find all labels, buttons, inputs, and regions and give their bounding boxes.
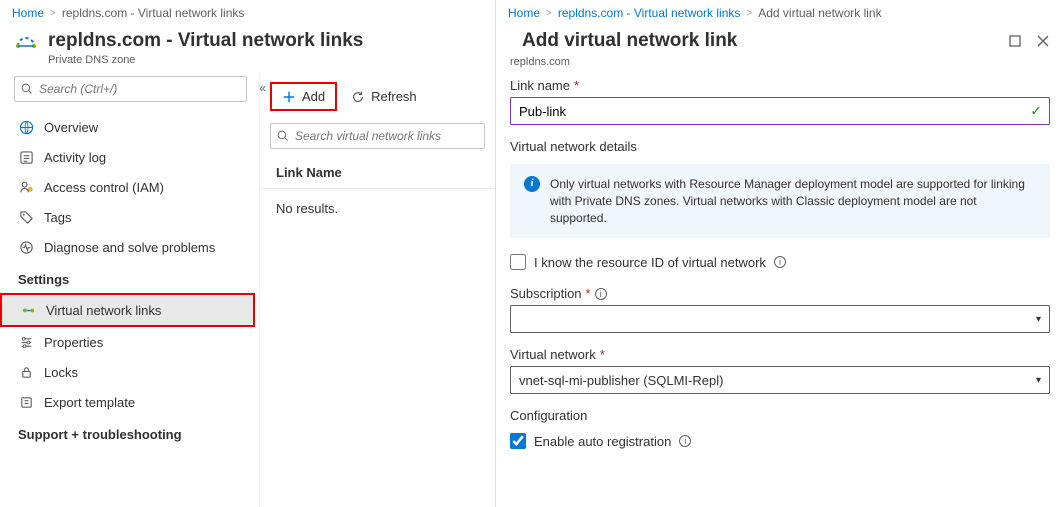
access-control-icon <box>18 179 34 195</box>
sidebar-item-label: Diagnose and solve problems <box>44 240 215 255</box>
table-header-link-name[interactable]: Link Name <box>260 153 495 189</box>
sidebar-search-input[interactable] <box>39 82 240 96</box>
breadcrumb-resource[interactable]: repldns.com - Virtual network links <box>62 6 245 20</box>
resource-pane: Home > repldns.com - Virtual network lin… <box>0 0 496 507</box>
subscription-dropdown[interactable]: ▾ <box>510 305 1050 333</box>
auto-registration-label: Enable auto registration <box>534 434 671 449</box>
no-results-message: No results. <box>260 189 495 228</box>
subscription-label: Subscription* i <box>510 286 1050 301</box>
auto-registration-checkbox[interactable] <box>510 433 526 449</box>
sidebar-item-label: Export template <box>44 395 135 410</box>
breadcrumb-home[interactable]: Home <box>508 6 540 20</box>
toolbar: Add Refresh <box>260 78 495 119</box>
info-box: i Only virtual networks with Resource Ma… <box>510 164 1050 238</box>
sidebar-section-settings: Settings <box>0 262 255 293</box>
filter-box[interactable] <box>270 123 485 149</box>
info-tooltip-icon[interactable]: i <box>774 256 786 268</box>
refresh-button[interactable]: Refresh <box>341 84 427 109</box>
vnet-label: Virtual network* <box>510 347 1050 362</box>
sidebar-item-label: Properties <box>44 335 103 350</box>
know-resource-id-checkbox[interactable] <box>510 254 526 270</box>
breadcrumb-current: Add virtual network link <box>758 6 881 20</box>
sidebar-item-label: Locks <box>44 365 78 380</box>
lock-icon <box>18 364 34 380</box>
maximize-icon[interactable] <box>1006 32 1024 50</box>
page-subtitle: Private DNS zone <box>48 54 363 66</box>
sidebar-item-activity-log[interactable]: Activity log <box>0 142 255 172</box>
tag-icon <box>18 209 34 225</box>
chevron-down-icon: ▾ <box>1036 314 1041 325</box>
sidebar-item-label: Overview <box>44 120 98 135</box>
collapse-sidebar-icon[interactable]: « <box>259 81 266 95</box>
info-tooltip-icon[interactable]: i <box>679 435 691 447</box>
filter-input[interactable] <box>295 129 478 143</box>
resource-header: repldns.com - Virtual network links Priv… <box>0 26 495 74</box>
breadcrumb-home[interactable]: Home <box>12 6 44 20</box>
sidebar-item-virtual-network-links[interactable]: Virtual network links <box>0 293 255 327</box>
info-tooltip-icon[interactable]: i <box>595 288 607 300</box>
sidebar-item-locks[interactable]: Locks <box>0 357 255 387</box>
know-resource-id-label: I know the resource ID of virtual networ… <box>534 255 766 270</box>
breadcrumb: Home > repldns.com - Virtual network lin… <box>0 0 495 26</box>
close-icon[interactable] <box>1034 32 1052 50</box>
search-icon <box>277 130 289 142</box>
export-template-icon <box>18 394 34 410</box>
sidebar-item-tags[interactable]: Tags <box>0 202 255 232</box>
sidebar: « Overview Activity log Access control (… <box>0 74 260 507</box>
sidebar-item-label: Tags <box>44 210 71 225</box>
refresh-icon <box>351 90 365 104</box>
search-icon <box>21 83 33 95</box>
add-button[interactable]: Add <box>270 82 337 111</box>
sidebar-section-support: Support + troubleshooting <box>0 417 255 448</box>
refresh-button-label: Refresh <box>371 89 417 104</box>
breadcrumb-resource[interactable]: repldns.com - Virtual network links <box>558 6 741 20</box>
link-name-input[interactable] <box>510 97 1050 125</box>
diagnose-icon <box>18 239 34 255</box>
content-area: Add Refresh Link Name No results. <box>260 74 495 507</box>
link-name-label: Link name* <box>510 78 1050 93</box>
blade-subtitle: repldns.com <box>496 54 1064 78</box>
valid-check-icon: ✓ <box>1030 103 1042 120</box>
vnet-dropdown[interactable]: vnet-sql-mi-publisher (SQLMI-Repl) ▾ <box>510 366 1050 394</box>
sidebar-item-export-template[interactable]: Export template <box>0 387 255 417</box>
sidebar-item-overview[interactable]: Overview <box>0 112 255 142</box>
breadcrumb: Home > repldns.com - Virtual network lin… <box>496 0 1064 26</box>
page-title: repldns.com - Virtual network links <box>48 30 363 52</box>
sidebar-item-label: Access control (IAM) <box>44 180 164 195</box>
sidebar-item-label: Activity log <box>44 150 106 165</box>
info-text: Only virtual networks with Resource Mana… <box>550 176 1036 226</box>
sidebar-item-diagnose[interactable]: Diagnose and solve problems <box>0 232 255 262</box>
properties-icon <box>18 334 34 350</box>
add-button-label: Add <box>302 89 325 104</box>
breadcrumb-sep: > <box>50 8 56 19</box>
globe-icon <box>18 119 34 135</box>
plus-icon <box>282 90 296 104</box>
add-link-blade: Home > repldns.com - Virtual network lin… <box>496 0 1064 507</box>
sidebar-item-label: Virtual network links <box>46 303 161 318</box>
vnet-value: vnet-sql-mi-publisher (SQLMI-Repl) <box>519 373 723 388</box>
configuration-header: Configuration <box>510 408 1050 423</box>
vnet-details-header: Virtual network details <box>510 139 1050 154</box>
sidebar-item-properties[interactable]: Properties <box>0 327 255 357</box>
sidebar-search[interactable]: « <box>14 76 247 102</box>
activity-log-icon <box>18 149 34 165</box>
chevron-down-icon: ▾ <box>1036 375 1041 386</box>
dns-zone-icon <box>14 34 38 58</box>
info-icon: i <box>524 176 540 192</box>
blade-title: Add virtual network link <box>508 30 751 52</box>
sidebar-item-access-control[interactable]: Access control (IAM) <box>0 172 255 202</box>
vnet-link-icon <box>20 302 36 318</box>
